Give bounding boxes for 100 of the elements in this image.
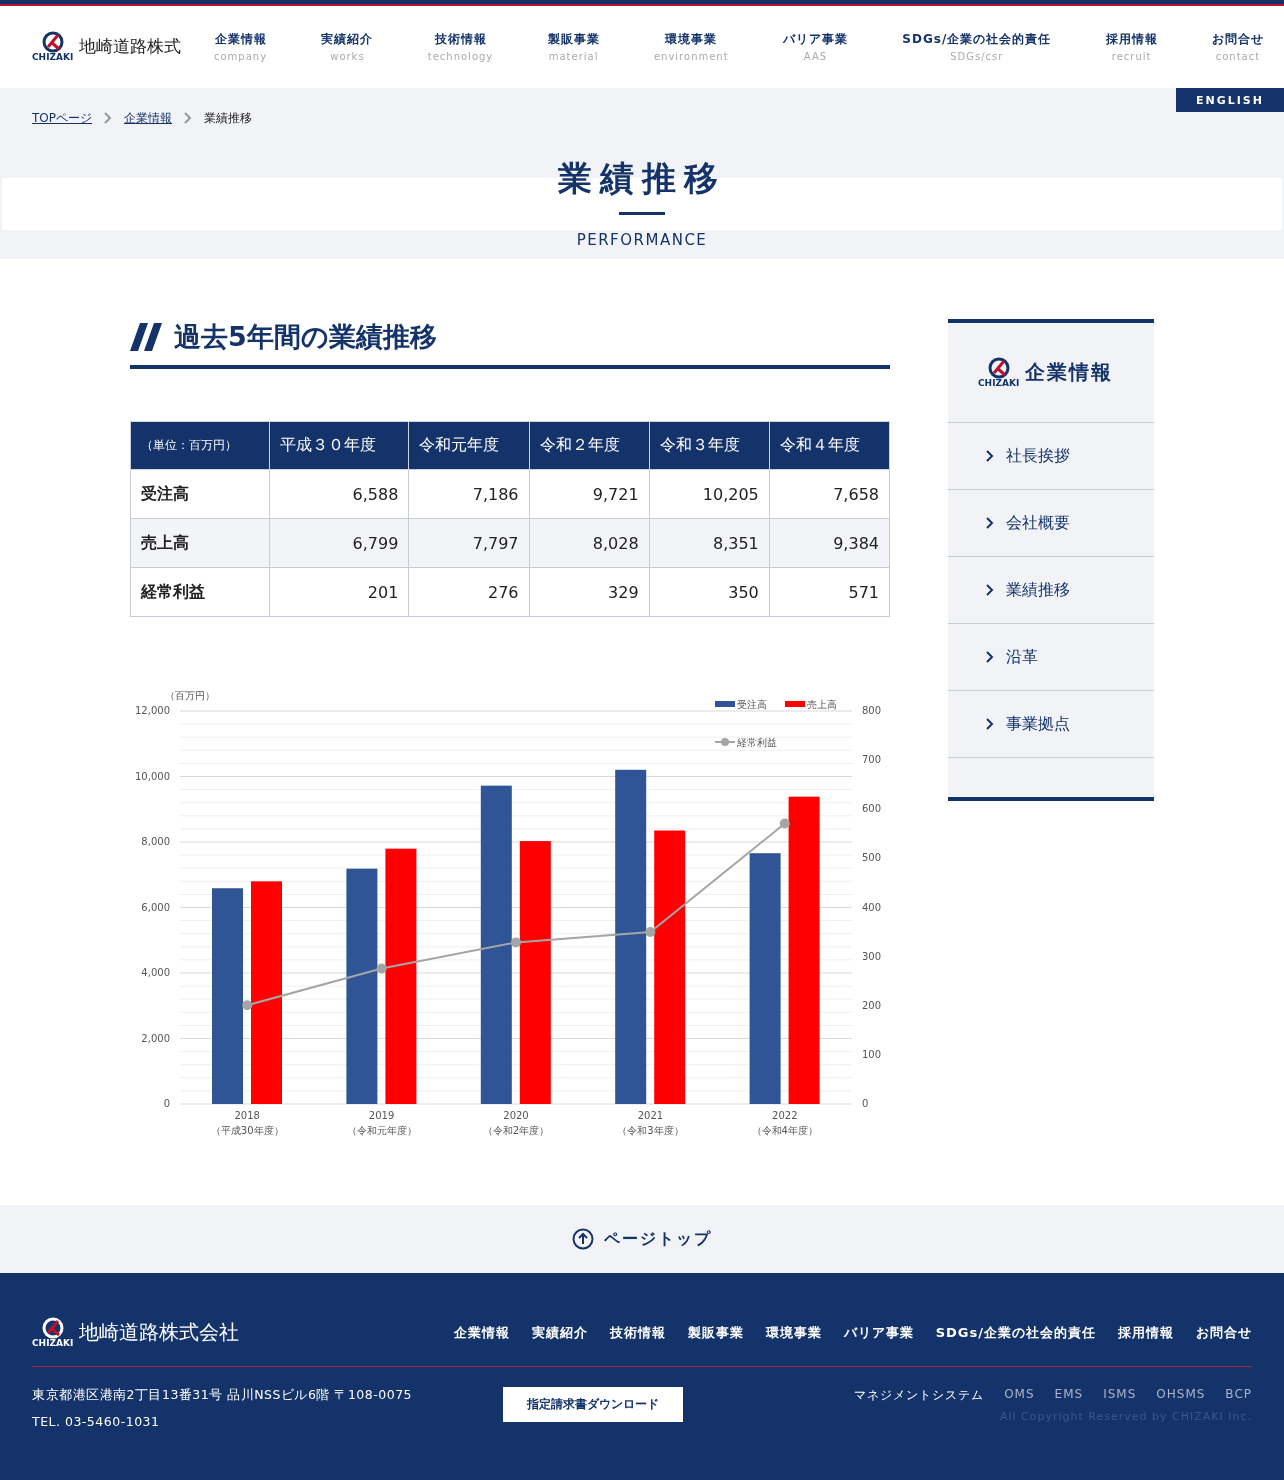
footer-link[interactable]: 環境事業 — [765, 1323, 822, 1342]
axis-label: 8,000 — [141, 836, 170, 847]
address-text: 東京都港区港南2丁目13番31号 品川NSSビル6階 〒108-0075 — [32, 1387, 413, 1404]
axis-label: 2019 — [368, 1110, 395, 1121]
nav-link[interactable]: 環境事業 environment — [653, 30, 729, 62]
chevron-icon — [184, 112, 192, 124]
download-button[interactable]: 指定請求書ダウンロード — [503, 1387, 684, 1422]
table-cell: 7,797 — [408, 518, 529, 568]
nav-link[interactable]: SDGs/企業の社会的責任 SDGs/csr — [902, 30, 1052, 62]
data-point — [511, 937, 521, 948]
company-name: 地崎道路株式会社 — [79, 1319, 240, 1346]
sidebar-title: 企業情報 — [1025, 359, 1114, 386]
sidebar-item[interactable]: 業績推移 — [948, 557, 1154, 624]
footer-link[interactable]: OMS — [1004, 1387, 1035, 1404]
row-header: 受注高 — [130, 469, 270, 519]
nav-link[interactable]: 製販事業 material — [547, 30, 600, 62]
axis-label: 400 — [862, 901, 882, 913]
footer-link[interactable]: 実績紹介 — [531, 1323, 588, 1342]
table-cell: 329 — [529, 567, 650, 617]
footer-link[interactable]: 企業情報 — [453, 1323, 510, 1342]
phone-text: TEL. 03-5460-1031 — [32, 1414, 161, 1429]
table-cell: 6,799 — [269, 518, 409, 568]
page-subtitle: PERFORMANCE — [575, 231, 709, 249]
axis-label: （平成30年度） — [210, 1125, 284, 1136]
footer-link[interactable]: BCP — [1225, 1387, 1252, 1404]
sidebar-item[interactable]: 沿革 — [948, 624, 1154, 691]
legend-swatch — [715, 701, 735, 707]
axis-label: 4,000 — [141, 967, 170, 978]
axis-label: （令和3年度） — [617, 1125, 684, 1136]
legend-label: 経常利益 — [737, 737, 777, 748]
axis-label: 6,000 — [141, 901, 170, 913]
axis-label: 800 — [862, 705, 882, 716]
table-cell: 6,588 — [269, 469, 409, 519]
axis-label: （令和元年度） — [346, 1125, 417, 1136]
axis-label: 12,000 — [135, 705, 170, 716]
data-point — [242, 1000, 253, 1011]
table-header: 令和３年度 — [649, 421, 770, 470]
unit-label: （百万円） — [165, 690, 215, 701]
table-cell: 10,205 — [649, 469, 770, 519]
footer-link[interactable]: バリア事業 — [843, 1323, 914, 1342]
table-cell: 8,351 — [649, 518, 770, 568]
chevron-icon — [986, 718, 994, 730]
table-cell: 350 — [649, 567, 770, 617]
chevron-icon — [986, 584, 994, 596]
nav-link[interactable]: 技術情報 technology — [427, 30, 494, 62]
breadcrumb-link[interactable]: 企業情報 — [124, 109, 172, 127]
section-heading: 過去5年間の業績推移 — [174, 320, 437, 354]
chevron-icon — [986, 517, 994, 529]
footer-link[interactable]: マネジメントシステム — [854, 1387, 985, 1404]
axis-label: 0 — [163, 1098, 170, 1109]
nav-link[interactable]: バリア事業 AAS — [782, 30, 848, 62]
table-cell: 571 — [769, 567, 890, 617]
footer-link[interactable]: ISMS — [1103, 1387, 1137, 1404]
row-header: 売上高 — [130, 518, 270, 568]
nav-link[interactable]: お問合せ contact — [1211, 30, 1264, 62]
axis-label: （令和2年度） — [482, 1125, 550, 1136]
nav-link[interactable]: 実績紹介 works — [321, 30, 374, 62]
data-point — [779, 818, 790, 829]
footer-link[interactable]: 製販事業 — [687, 1323, 744, 1342]
table-header: 平成３０年度 — [269, 421, 409, 470]
axis-label: 300 — [862, 950, 882, 962]
axis-label: 0 — [862, 1098, 869, 1109]
axis-label: 600 — [862, 803, 882, 815]
table-cell: 7,186 — [408, 469, 529, 519]
current-page-label[interactable]: 業績推移 — [204, 109, 252, 127]
axis-label: 700 — [862, 754, 882, 766]
page-top-link[interactable]: ページトップ — [572, 1228, 712, 1250]
sidebar-item[interactable]: 会社概要 — [948, 490, 1154, 557]
sidebar-item[interactable]: 社長挨拶 — [948, 423, 1154, 490]
sidebar-item[interactable]: 事業拠点 — [948, 691, 1154, 758]
data-point — [376, 963, 387, 974]
axis-label: 2018 — [234, 1110, 260, 1121]
legend-label: 受注高 — [737, 699, 767, 710]
company-name: 地崎道路株式 — [79, 34, 182, 58]
table-cell: 9,721 — [529, 469, 650, 519]
footer-link[interactable]: お問合せ — [1196, 1323, 1252, 1342]
footer-link[interactable]: 採用情報 — [1118, 1323, 1174, 1342]
footer-link[interactable]: 技術情報 — [609, 1323, 666, 1342]
table-header: 令和２年度 — [529, 421, 650, 470]
arrow-up-icon — [572, 1228, 594, 1250]
table-cell: 7,658 — [769, 469, 890, 519]
table-header: 令和４年度 — [769, 421, 890, 470]
data-point — [645, 927, 656, 938]
legend-swatch — [785, 701, 805, 707]
nav-link[interactable]: 企業情報 company — [214, 30, 268, 62]
breadcrumb-link[interactable]: TOPページ — [32, 109, 92, 127]
nav-link[interactable]: 採用情報 recruit — [1105, 30, 1158, 62]
footer-link[interactable]: OHSMS — [1156, 1387, 1206, 1404]
axis-label: 500 — [862, 852, 882, 864]
table-cell: 201 — [269, 567, 409, 617]
chevron-icon — [986, 651, 994, 663]
axis-label: 2021 — [637, 1110, 664, 1121]
footer-link[interactable]: EMS — [1054, 1387, 1084, 1404]
footer-link[interactable]: SDGs/企業の社会的責任 — [935, 1323, 1096, 1342]
table-cell: 276 — [408, 567, 529, 617]
language-button[interactable]: ENGLISH — [1176, 88, 1284, 112]
slash-icon — [130, 323, 162, 351]
table-cell: 8,028 — [529, 518, 650, 568]
page-title: 業績推移 — [558, 157, 726, 200]
chevron-icon — [986, 450, 994, 462]
